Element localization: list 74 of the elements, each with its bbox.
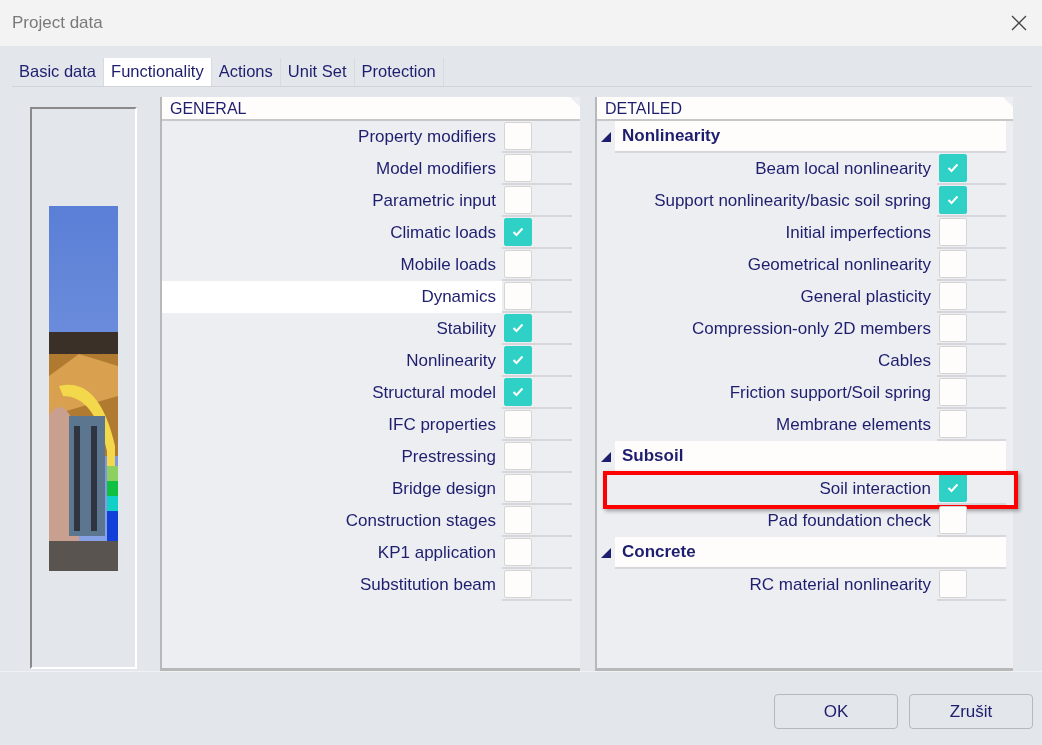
- dialog-button[interactable]: OK: [774, 694, 898, 729]
- group-header: Nonlinearity: [615, 121, 1006, 153]
- option-label[interactable]: Nonlinearity: [162, 345, 502, 377]
- option-label[interactable]: Substitution beam: [162, 569, 502, 601]
- option-label: Beam local nonlinearity: [754, 158, 932, 180]
- option-label[interactable]: Mobile loads: [162, 249, 502, 281]
- checkbox[interactable]: [939, 250, 967, 278]
- checkbox[interactable]: [939, 570, 967, 598]
- checkbox[interactable]: [939, 378, 967, 406]
- option-label[interactable]: Parametric input: [162, 185, 502, 217]
- checkbox[interactable]: [504, 314, 532, 342]
- checkbox[interactable]: [939, 314, 967, 342]
- checkbox[interactable]: [504, 410, 532, 438]
- tab[interactable]: Functionality: [104, 58, 212, 86]
- option-label: Pad foundation check: [766, 510, 932, 532]
- checkbox[interactable]: [504, 154, 532, 182]
- check-icon: [947, 195, 959, 205]
- checkbox[interactable]: [504, 506, 532, 534]
- option-label: Geometrical nonlinearity: [746, 254, 932, 276]
- checkbox[interactable]: [939, 218, 967, 246]
- collapse-icon[interactable]: [601, 132, 611, 142]
- checkbox[interactable]: [939, 154, 967, 182]
- check-icon: [947, 163, 959, 173]
- window-title: Project data: [12, 13, 103, 33]
- option-label: General plasticity: [799, 286, 932, 308]
- option-label[interactable]: Structural model: [162, 377, 502, 409]
- check-icon: [947, 483, 959, 493]
- check-icon: [512, 227, 524, 237]
- checkbox[interactable]: [939, 186, 967, 214]
- option-label: Friction support/Soil spring: [728, 382, 932, 404]
- checkbox[interactable]: [504, 250, 532, 278]
- option-label[interactable]: Climatic loads: [162, 217, 502, 249]
- option-label: RC material nonlinearity: [748, 574, 932, 596]
- option-label: Initial imperfections: [784, 222, 932, 244]
- checkbox[interactable]: [939, 474, 967, 502]
- option-label: Cables: [877, 350, 932, 372]
- checkbox[interactable]: [939, 410, 967, 438]
- checkbox[interactable]: [939, 346, 967, 374]
- option-label[interactable]: Dynamics: [162, 281, 502, 313]
- checkbox[interactable]: [504, 378, 532, 406]
- option-label[interactable]: Construction stages: [162, 505, 502, 537]
- collapse-icon[interactable]: [601, 452, 611, 462]
- dialog-button[interactable]: Zrušit: [909, 694, 1033, 729]
- checkbox[interactable]: [504, 282, 532, 310]
- option-label[interactable]: Prestressing: [162, 441, 502, 473]
- option-label[interactable]: Property modifiers: [162, 121, 502, 153]
- check-icon: [512, 355, 524, 365]
- checkbox[interactable]: [504, 346, 532, 374]
- option-label[interactable]: KP1 application: [162, 537, 502, 569]
- option-label: Membrane elements: [775, 414, 932, 436]
- option-label[interactable]: Stability: [162, 313, 502, 345]
- checkbox[interactable]: [504, 570, 532, 598]
- panel-header: DETAILED: [597, 97, 1013, 121]
- group-header: Subsoil: [615, 441, 1006, 473]
- checkbox[interactable]: [504, 218, 532, 246]
- option-label: Support nonlinearity/basic soil spring: [653, 190, 932, 212]
- checkbox[interactable]: [939, 282, 967, 310]
- checkbox[interactable]: [504, 186, 532, 214]
- check-icon: [512, 323, 524, 333]
- checkbox[interactable]: [504, 122, 532, 150]
- option-label[interactable]: Bridge design: [162, 473, 502, 505]
- panel-header: GENERAL: [162, 97, 580, 121]
- option-label[interactable]: IFC properties: [162, 409, 502, 441]
- option-label: Soil interaction: [818, 478, 932, 500]
- group-header: Concrete: [615, 537, 1006, 569]
- collapse-icon[interactable]: [601, 548, 611, 558]
- checkbox[interactable]: [504, 474, 532, 502]
- checkbox[interactable]: [504, 442, 532, 470]
- check-icon: [512, 387, 524, 397]
- close-icon: [1011, 15, 1027, 31]
- checkbox[interactable]: [504, 538, 532, 566]
- checkbox[interactable]: [939, 506, 967, 534]
- option-label[interactable]: Model modifiers: [162, 153, 502, 185]
- option-label: Compression-only 2D members: [690, 318, 932, 340]
